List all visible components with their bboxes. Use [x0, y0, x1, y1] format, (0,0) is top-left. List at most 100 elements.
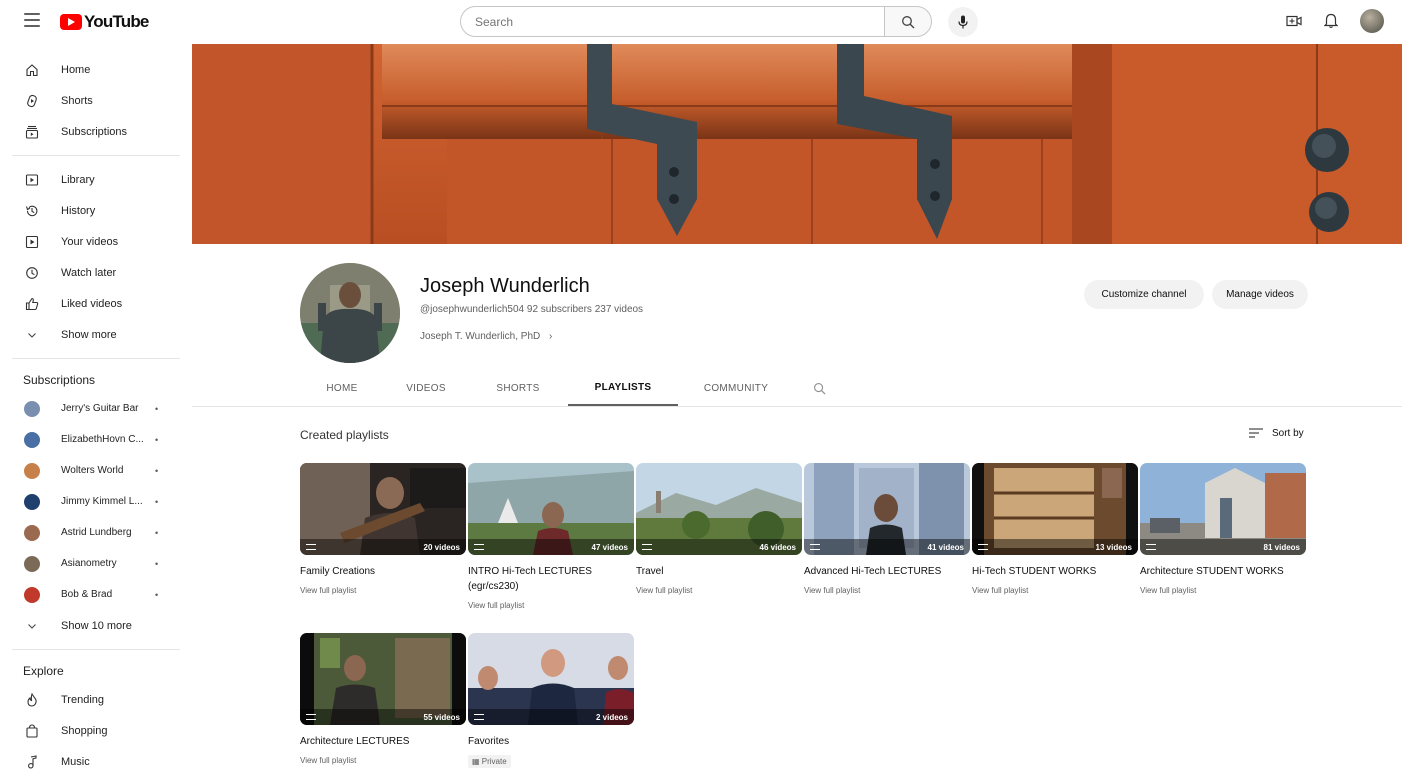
subscription-item[interactable]: Asianometry • [0, 548, 192, 579]
view-full-playlist-link[interactable]: View full playlist [468, 601, 634, 610]
playlist-thumbnail[interactable]: 13 videos [972, 463, 1138, 555]
sidebar-item-label: Shorts [61, 94, 93, 107]
view-full-playlist-link[interactable]: View full playlist [972, 586, 1138, 595]
notifications-bell-icon[interactable] [1324, 13, 1338, 29]
sidebar-item-show-more[interactable]: Show more [0, 319, 192, 350]
playlist-card[interactable]: 81 videos Architecture STUDENT WORKS Vie… [1140, 463, 1306, 595]
shopping-icon [24, 723, 40, 739]
sidebar-item-label: Subscriptions [61, 125, 128, 138]
sort-by-label: Sort by [1272, 427, 1304, 439]
playlist-card[interactable]: 20 videos Family Creations View full pla… [300, 463, 466, 595]
chevron-right-icon: › [549, 331, 553, 342]
playlist-title[interactable]: Advanced Hi-Tech LECTURES [804, 564, 964, 579]
playlist-title[interactable]: Architecture STUDENT WORKS [1140, 564, 1300, 579]
subscription-item[interactable]: Jerry's Guitar Bar • [0, 393, 192, 424]
account-avatar[interactable] [1360, 9, 1384, 33]
new-content-dot-icon: • [155, 403, 159, 414]
playlist-video-count: 55 videos [423, 712, 460, 722]
subscription-avatar [24, 493, 40, 510]
playlist-card[interactable]: 2 videos Favorites ▦ Private [468, 633, 634, 769]
search-bar [460, 6, 978, 37]
playlist-thumbnail[interactable]: 81 videos [1140, 463, 1306, 555]
create-video-icon[interactable] [1286, 14, 1302, 28]
sidebar-item-library[interactable]: Library [0, 164, 192, 195]
playlist-video-count: 13 videos [1095, 542, 1132, 552]
sidebar-item-liked-videos[interactable]: Liked videos [0, 288, 192, 319]
menu-icon[interactable] [24, 13, 40, 27]
tab-home[interactable]: HOME [300, 370, 384, 406]
subscriptions-icon [24, 124, 40, 140]
youtube-logo[interactable]: YouTube [60, 12, 149, 32]
playlist-strip: 46 videos [636, 539, 802, 555]
playlist-card[interactable]: 55 videos Architecture LECTURES View ful… [300, 633, 466, 765]
voice-search-button[interactable] [948, 6, 978, 37]
channel-avatar[interactable] [300, 263, 400, 363]
playlist-title[interactable]: INTRO Hi-Tech LECTURES (egr/cs230) [468, 564, 628, 594]
subscription-item[interactable]: Jimmy Kimmel L... • [0, 486, 192, 517]
channel-banner [192, 44, 1402, 244]
sidebar-item-subscriptions[interactable]: Subscriptions [0, 116, 192, 147]
home-icon [24, 62, 40, 78]
customize-channel-button[interactable]: Customize channel [1084, 280, 1204, 309]
playlist-card[interactable]: 46 videos Travel View full playlist [636, 463, 802, 595]
search-input[interactable] [460, 6, 884, 37]
tab-videos[interactable]: VIDEOS [384, 370, 468, 406]
playlist-thumbnail[interactable]: 41 videos [804, 463, 970, 555]
playlist-card[interactable]: 13 videos Hi-Tech STUDENT WORKS View ful… [972, 463, 1138, 595]
sidebar-item-your-videos[interactable]: Your videos [0, 226, 192, 257]
view-full-playlist-link[interactable]: View full playlist [636, 586, 802, 595]
sidebar-item-home[interactable]: Home [0, 54, 192, 85]
sidebar-item-shorts[interactable]: Shorts [0, 85, 192, 116]
channel-name: Joseph Wunderlich [420, 275, 590, 297]
sidebar-item-watch-later[interactable]: Watch later [0, 257, 192, 288]
playlist-video-count: 46 videos [759, 542, 796, 552]
playlist-title[interactable]: Architecture LECTURES [300, 734, 460, 749]
playlist-title[interactable]: Favorites [468, 734, 628, 749]
tab-search[interactable] [794, 370, 844, 406]
lock-icon: ▦ [472, 757, 482, 766]
subscription-item[interactable]: Astrid Lundberg • [0, 517, 192, 548]
playlist-thumbnail[interactable]: 46 videos [636, 463, 802, 555]
playlist-card[interactable]: 41 videos Advanced Hi-Tech LECTURES View… [804, 463, 970, 595]
logo-text: YouTube [84, 12, 149, 31]
sidebar-item-history[interactable]: History [0, 195, 192, 226]
view-full-playlist-link[interactable]: View full playlist [300, 586, 466, 595]
subscription-label: Jimmy Kimmel L... [61, 496, 143, 507]
view-full-playlist-link[interactable]: View full playlist [1140, 586, 1306, 595]
subscription-label: Bob & Brad [61, 589, 113, 600]
playlist-thumbnail[interactable]: 2 videos [468, 633, 634, 725]
manage-videos-button[interactable]: Manage videos [1212, 280, 1308, 309]
playlist-title[interactable]: Hi-Tech STUDENT WORKS [972, 564, 1132, 579]
playlist-video-count: 81 videos [1263, 542, 1300, 552]
playlist-thumbnail[interactable]: 55 videos [300, 633, 466, 725]
top-right-actions [1286, 9, 1384, 33]
subscription-label: Asianometry [61, 558, 117, 569]
subscriptions-section-title: Subscriptions [23, 373, 96, 387]
tab-playlists[interactable]: PLAYLISTS [568, 370, 678, 406]
search-button[interactable] [884, 6, 932, 37]
subscription-item[interactable]: Bob & Brad • [0, 579, 192, 610]
new-content-dot-icon: • [155, 465, 159, 476]
new-content-dot-icon: • [155, 589, 159, 600]
playlist-thumbnail[interactable]: 47 videos [468, 463, 634, 555]
tab-community[interactable]: COMMUNITY [678, 370, 794, 406]
channel-about-link[interactable]: Joseph T. Wunderlich, PhD › [420, 331, 552, 342]
banner-image [192, 44, 1402, 244]
sort-by-button[interactable]: Sort by [1248, 427, 1304, 439]
sidebar-item-show-more-subscriptions[interactable]: Show 10 more [0, 610, 192, 641]
sidebar-item-music[interactable]: Music [0, 746, 192, 777]
subscription-item[interactable]: ElizabethHovn C... • [0, 424, 192, 455]
playlist-strip: 81 videos [1140, 539, 1306, 555]
subscription-item[interactable]: Wolters World • [0, 455, 192, 486]
subscription-avatar [24, 431, 40, 448]
sidebar-item-shopping[interactable]: Shopping [0, 715, 192, 746]
tab-shorts[interactable]: SHORTS [468, 370, 568, 406]
view-full-playlist-link[interactable]: View full playlist [300, 756, 466, 765]
view-full-playlist-link[interactable]: View full playlist [804, 586, 970, 595]
playlist-thumbnail[interactable]: 20 videos [300, 463, 466, 555]
sidebar-item-trending[interactable]: Trending [0, 684, 192, 715]
sidebar-item-label: Show more [61, 328, 117, 341]
playlist-card[interactable]: 47 videos INTRO Hi-Tech LECTURES (egr/cs… [468, 463, 634, 610]
playlist-title[interactable]: Travel [636, 564, 796, 579]
playlist-title[interactable]: Family Creations [300, 564, 460, 579]
